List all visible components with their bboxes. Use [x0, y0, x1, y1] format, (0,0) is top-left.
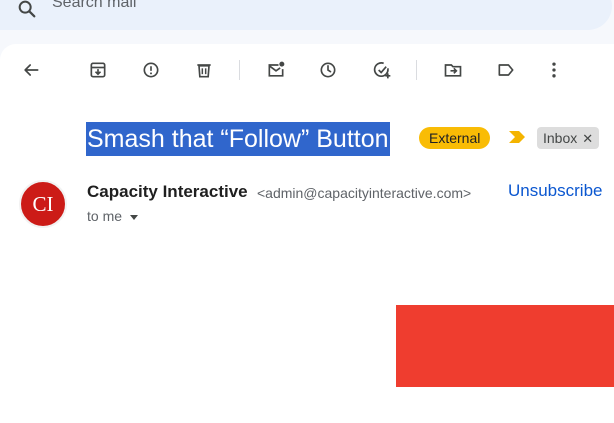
remove-label-icon[interactable]: ✕ [582, 131, 593, 146]
more-options-button[interactable] [542, 58, 566, 82]
archive-icon [90, 62, 106, 78]
message-panel: Smash that “Follow” Button External Inbo… [0, 44, 614, 423]
more-vert-icon [552, 62, 556, 78]
chevron-down-icon [130, 214, 139, 220]
labels-button[interactable] [494, 58, 518, 82]
add-task-icon [373, 62, 391, 79]
subject-row: Smash that “Follow” Button External Inbo… [0, 122, 614, 158]
inbox-label-chip: Inbox ✕ [537, 127, 600, 149]
unsubscribe-link[interactable]: Unsubscribe [508, 181, 603, 201]
recipient-text: to me [87, 208, 123, 224]
inbox-label-text: Inbox [543, 130, 578, 146]
label-icon [498, 64, 514, 76]
sender-email: <admin@capacityinteractive.com> [257, 185, 472, 201]
mark-unread-button[interactable] [264, 58, 288, 82]
search-icon[interactable] [16, 0, 38, 20]
toolbar-divider [416, 60, 417, 80]
move-to-button[interactable] [441, 58, 465, 82]
clock-icon [320, 62, 336, 78]
report-icon [143, 62, 159, 78]
delete-button[interactable] [192, 58, 216, 82]
report-spam-button[interactable] [139, 58, 163, 82]
sender-avatar[interactable]: CI [19, 180, 67, 228]
toolbar-divider [239, 60, 240, 80]
arrow-back-icon [24, 64, 39, 76]
email-subject: Smash that “Follow” Button [86, 122, 390, 156]
mark-unread-icon [268, 61, 285, 77]
move-folder-icon [444, 64, 462, 77]
search-bar[interactable]: Search mail [0, 0, 612, 30]
external-badge: External [419, 127, 491, 149]
message-toolbar [0, 44, 614, 96]
sender-name[interactable]: Capacity Interactive [87, 182, 248, 202]
search-input[interactable]: Search mail [52, 0, 136, 12]
trash-icon [197, 64, 211, 78]
snooze-button[interactable] [316, 58, 340, 82]
important-marker-icon[interactable] [508, 130, 526, 144]
email-body-banner-image [396, 305, 614, 387]
recipient-details[interactable]: to me [87, 208, 139, 224]
back-button[interactable] [19, 58, 43, 82]
add-to-tasks-button[interactable] [370, 58, 394, 82]
archive-button[interactable] [86, 58, 110, 82]
